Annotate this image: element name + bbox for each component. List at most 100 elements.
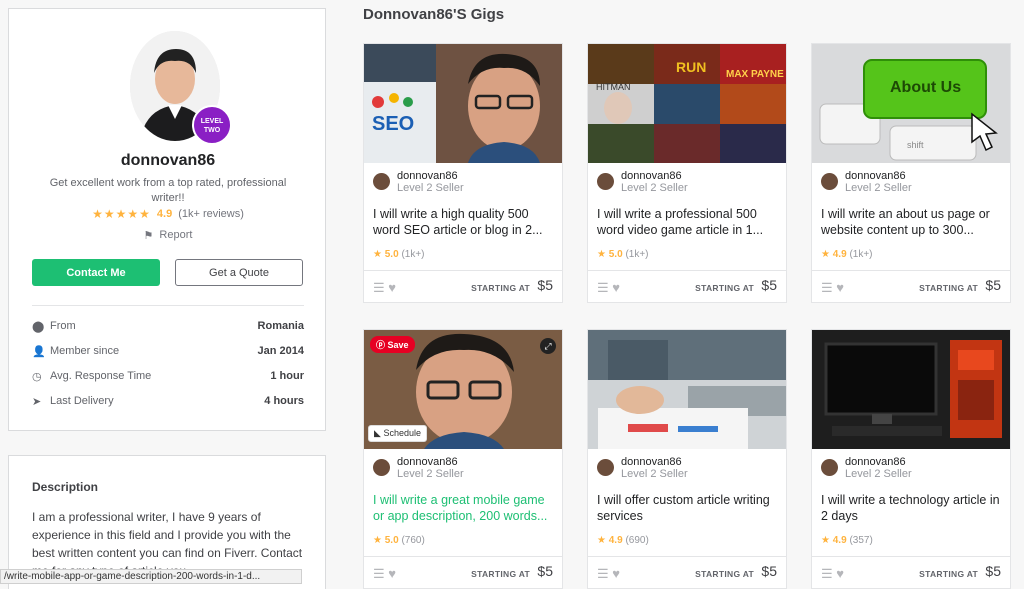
gig-seller: donnovan86 Level 2 Seller — [373, 170, 464, 195]
gig-thumbnail[interactable]: SEO — [364, 44, 562, 163]
gig-thumbnail[interactable]: shift About Us — [812, 44, 1010, 163]
gig-price: $5 — [761, 277, 777, 293]
gig-seller: donnovan86 Level 2 Seller — [821, 456, 912, 481]
schedule-label: Schedule — [383, 428, 421, 438]
pinterest-save-button[interactable]: ⓟ Save — [370, 336, 415, 353]
gig-footer: ☰ ♥ STARTING AT $5 — [364, 270, 562, 302]
gig-seller: donnovan86 Level 2 Seller — [597, 170, 688, 195]
gig-title[interactable]: I will write an about us page or website… — [821, 206, 1003, 240]
gig-card[interactable]: donnovan86 Level 2 Seller I will offer c… — [587, 329, 787, 589]
gig-card[interactable]: donnovan86 Level 2 Seller I will write a… — [811, 329, 1011, 589]
gig-rating: ★ 4.9 (357) — [821, 535, 873, 546]
collections-heart-icon[interactable]: ☰ ♥ — [597, 566, 620, 582]
gig-title[interactable]: I will write a high quality 500 word SEO… — [373, 206, 555, 240]
profile-page: LEVEL TWO donnovan86 Get excellent work … — [0, 0, 1024, 589]
gig-price: $5 — [537, 277, 553, 293]
seller-mini-avatar[interactable] — [821, 173, 838, 190]
save-label: Save — [387, 340, 409, 350]
pinterest-icon: ⓟ — [376, 340, 386, 350]
seller-name[interactable]: donnovan86 — [621, 456, 688, 468]
gig-rating: ★ 5.0 (1k+) — [597, 249, 649, 260]
hitman-text: HITMAN — [596, 82, 631, 92]
seller-mini-avatar[interactable] — [821, 459, 838, 476]
gig-title[interactable]: I will write a professional 500 word vid… — [597, 206, 779, 240]
gig-seller: donnovan86 Level 2 Seller — [373, 456, 464, 481]
gig-rating-value: 5.0 — [384, 535, 399, 546]
seller-name[interactable]: donnovan86 — [397, 456, 464, 468]
seo-text: SEO — [372, 113, 414, 135]
seller-name[interactable]: donnovan86 — [397, 170, 464, 182]
stat-value: Romania — [257, 320, 304, 332]
gig-title[interactable]: I will offer custom article writing serv… — [597, 492, 779, 526]
get-a-quote-button[interactable]: Get a Quote — [175, 259, 303, 286]
gig-seller: donnovan86 Level 2 Seller — [821, 170, 912, 195]
seller-mini-avatar[interactable] — [597, 173, 614, 190]
rating-stars-icon: ★★★★★ — [92, 207, 151, 221]
stat-value: 4 hours — [264, 395, 304, 407]
collections-heart-icon[interactable]: ☰ ♥ — [821, 566, 844, 582]
gig-rating-count: (1k+) — [401, 249, 425, 260]
gig-seller: donnovan86 Level 2 Seller — [597, 456, 688, 481]
flag-icon: ⚑ — [143, 230, 154, 242]
gig-rating: ★ 5.0 (760) — [373, 535, 425, 546]
collections-heart-icon[interactable]: ☰ ♥ — [597, 280, 620, 296]
gig-footer: ☰ ♥ STARTING AT $5 — [588, 556, 786, 588]
gig-rating-count: (1k+) — [625, 249, 649, 260]
level-two-badge: LEVEL TWO — [192, 105, 232, 145]
seller-name[interactable]: donnovan86 — [621, 170, 688, 182]
gig-rating-count: (760) — [401, 535, 425, 546]
gig-rating: ★ 5.0 (1k+) — [373, 249, 425, 260]
user-icon: 👤 — [32, 345, 46, 358]
gig-card[interactable]: shift About Us donnovan86 Level 2 Seller… — [811, 43, 1011, 303]
review-count[interactable]: (1k+ reviews) — [178, 208, 244, 220]
gig-card[interactable]: RUN MAX PAYNE HITMAN donnovan86 Level 2 … — [587, 43, 787, 303]
star-icon: ★ — [821, 249, 830, 260]
collections-heart-icon[interactable]: ☰ ♥ — [373, 280, 396, 296]
max-payne-text: MAX PAYNE — [726, 69, 784, 80]
seller-mini-avatar[interactable] — [373, 173, 390, 190]
gig-rating-count: (690) — [625, 535, 649, 546]
seller-name[interactable]: donnovan86 — [845, 170, 912, 182]
gig-title[interactable]: I will write a great mobile game or app … — [373, 492, 555, 526]
seller-level: Level 2 Seller — [621, 182, 688, 194]
stat-label: Last Delivery — [50, 395, 114, 407]
gig-title[interactable]: I will write a technology article in 2 d… — [821, 492, 1003, 526]
schedule-icon: ◣ — [374, 428, 381, 438]
gig-thumbnail[interactable] — [812, 330, 1010, 449]
gig-price: $5 — [985, 277, 1001, 293]
stat-label: Member since — [50, 345, 120, 357]
starting-at-label: STARTING AT — [919, 569, 978, 579]
gig-rating-value: 4.9 — [608, 535, 623, 546]
gig-rating: ★ 4.9 (690) — [597, 535, 649, 546]
run-text: RUN — [676, 59, 706, 75]
gig-card[interactable]: ⓟ Save ⤢ ◣ Schedule donnovan86 Level 2 S… — [363, 329, 563, 589]
gig-rating-value: 4.9 — [832, 249, 847, 260]
seller-username[interactable]: donnovan86 — [9, 152, 327, 170]
seller-rating: ★★★★★ 4.9 (1k+ reviews) — [9, 207, 327, 221]
stat-label: Avg. Response Time — [50, 370, 152, 382]
report-link[interactable]: ⚑ Report — [9, 229, 327, 242]
seller-name[interactable]: donnovan86 — [845, 456, 912, 468]
starting-at-label: STARTING AT — [471, 569, 530, 579]
gig-thumbnail[interactable] — [588, 330, 786, 449]
collections-heart-icon[interactable]: ☰ ♥ — [373, 566, 396, 582]
description-title: Description — [32, 480, 99, 494]
gig-thumbnail[interactable]: ⓟ Save ⤢ ◣ Schedule — [364, 330, 562, 449]
schedule-button[interactable]: ◣ Schedule — [368, 425, 427, 442]
seller-mini-avatar[interactable] — [373, 459, 390, 476]
seller-level: Level 2 Seller — [845, 182, 912, 194]
starting-at-label: STARTING AT — [471, 283, 530, 293]
gig-price: $5 — [537, 563, 553, 579]
stat-member-since: 👤 Member since Jan 2014 — [32, 341, 304, 361]
gig-card[interactable]: SEO donnovan86 Level 2 Seller I will wri… — [363, 43, 563, 303]
contact-me-button[interactable]: Contact Me — [32, 259, 160, 286]
gig-thumbnail[interactable]: RUN MAX PAYNE HITMAN — [588, 44, 786, 163]
starting-at-label: STARTING AT — [695, 569, 754, 579]
rating-value: 4.9 — [156, 208, 173, 220]
collections-heart-icon[interactable]: ☰ ♥ — [821, 280, 844, 296]
gigs-section-title: Donnovan86'S Gigs — [363, 6, 505, 23]
seller-mini-avatar[interactable] — [597, 459, 614, 476]
clock-icon: ◷ — [32, 370, 42, 383]
stat-value: Jan 2014 — [257, 345, 304, 357]
expand-icon[interactable]: ⤢ — [540, 338, 556, 354]
